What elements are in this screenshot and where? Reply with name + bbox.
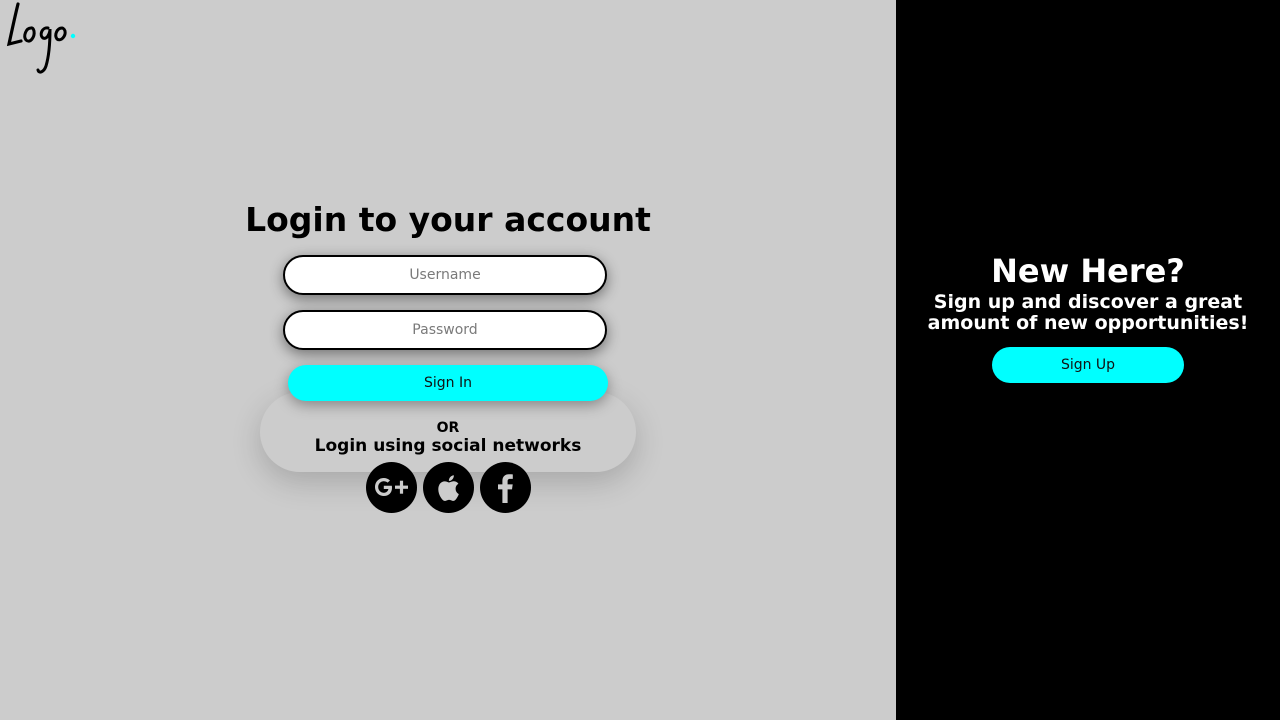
login-page: Login to your account Sign In OR Login u…	[0, 0, 1280, 720]
login-title: Login to your account	[245, 200, 651, 239]
facebook-icon	[498, 474, 513, 503]
sign-up-button[interactable]: Sign Up	[992, 347, 1184, 383]
social-login-buttons	[366, 462, 531, 513]
logo[interactable]	[4, 0, 78, 78]
sign-in-button[interactable]: Sign In	[288, 365, 608, 401]
apple-icon	[438, 475, 459, 501]
social-login-label: Login using social networks	[314, 436, 582, 456]
signup-panel: New Here? Sign up and discover a great a…	[896, 0, 1280, 720]
apple-button[interactable]	[423, 462, 474, 513]
login-panel: Login to your account Sign In OR Login u…	[0, 0, 896, 720]
google-plus-icon	[375, 478, 408, 496]
signup-title: New Here?	[991, 252, 1185, 290]
password-input[interactable]	[283, 310, 607, 350]
username-input[interactable]	[283, 255, 607, 295]
google-plus-button[interactable]	[366, 462, 417, 513]
signup-subtitle: Sign up and discover a great amount of n…	[927, 291, 1249, 334]
logo-mark	[6, 2, 76, 74]
facebook-button[interactable]	[480, 462, 531, 513]
login-header: Login to your account	[0, 198, 896, 242]
signup-header: New Here? Sign up and discover a great a…	[896, 252, 1280, 334]
